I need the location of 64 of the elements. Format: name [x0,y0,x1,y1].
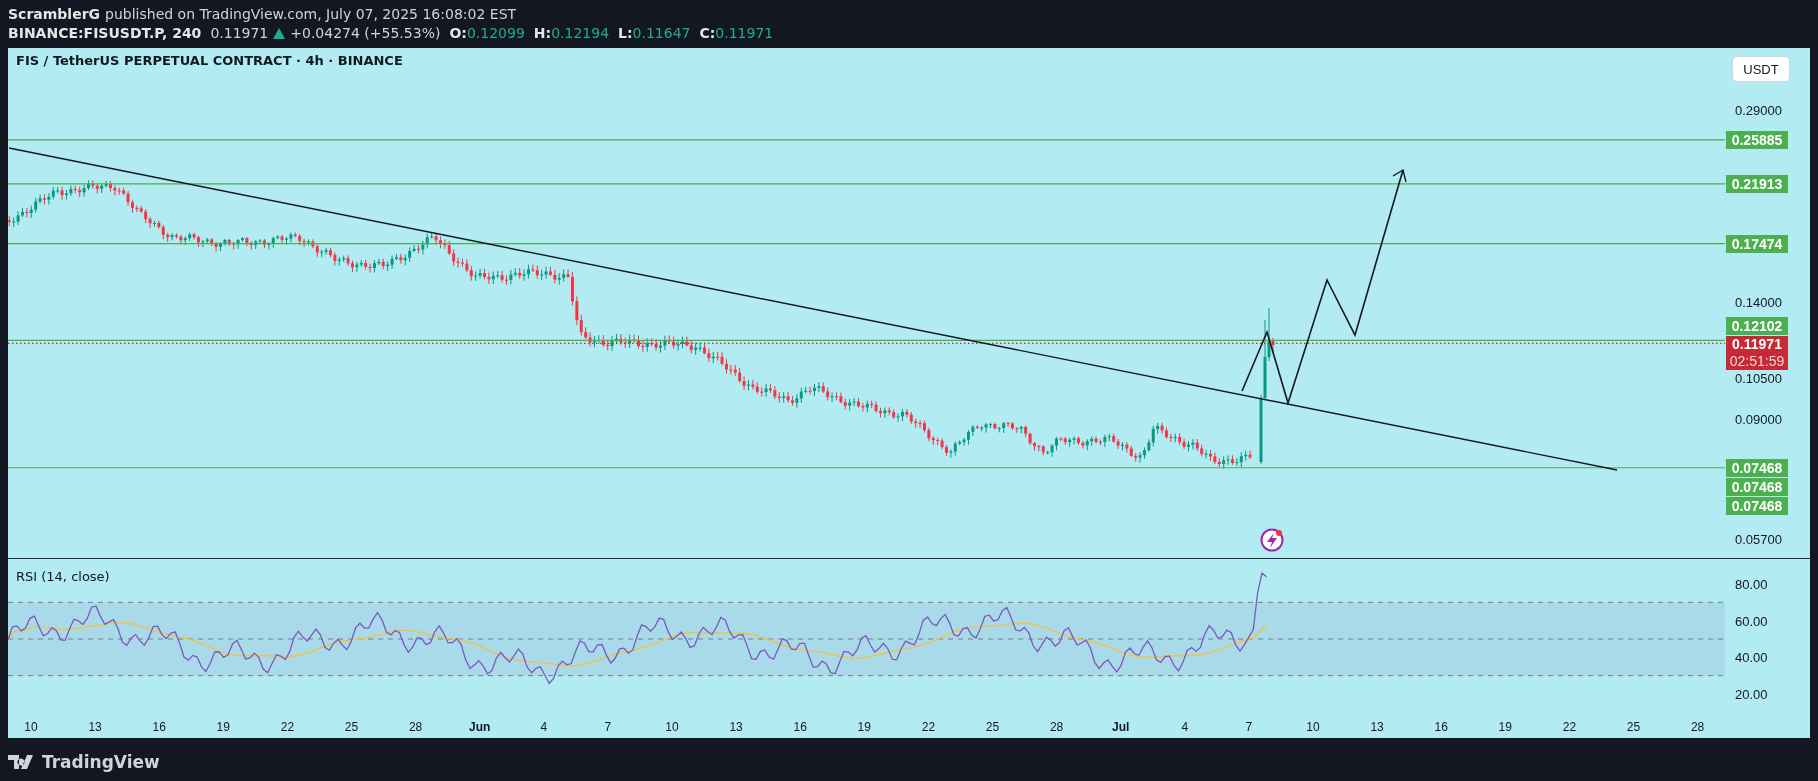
rsi-axis-label: 80.00 [1735,576,1768,592]
currency-button[interactable]: USDT [1732,56,1790,82]
price-level-tag: 0.07468 [1726,496,1788,515]
price-level-tag: 0.07468 [1726,458,1788,477]
rsi-axis-label: 60.00 [1735,613,1768,629]
last-price: 0.11971 [210,24,269,43]
author-name: ScramblerG [8,5,101,24]
countdown-text: 02:51:59 [1728,353,1786,371]
time-axis-label: 16 [1434,720,1448,734]
time-axis-label: 10 [665,720,679,734]
rsi-axis-label: 20.00 [1735,686,1768,702]
price-axis-label: 0.14000 [1735,294,1782,310]
time-axis-label: 19 [216,720,230,734]
time-axis-label: 16 [793,720,807,734]
price-text: 0.11971 [1732,336,1782,353]
ohlc-value: 0.11971 [715,24,774,43]
price-change: +0.04274 (+55.53%) [290,24,441,43]
time-axis-label: 19 [1498,720,1512,734]
time-axis-label: 22 [1562,720,1577,734]
time-axis-label: Jul [1112,720,1130,734]
ohlc-label: C: [699,24,716,43]
time-axis-label: 16 [152,720,166,734]
time-axis-label: 7 [1245,720,1253,734]
rsi-axis-label: 40.00 [1735,649,1768,665]
time-axis-label: 13 [1370,720,1384,734]
time-axis-label: 22 [280,720,295,734]
publish-info: published on TradingView.com, July 07, 2025 16:08:02 EST [105,5,517,24]
time-axis-label: 28 [1690,720,1705,734]
price-axis-label: 0.05700 [1735,531,1782,547]
time-axis-label: 13 [729,720,743,734]
time-axis-label: 10 [24,720,38,734]
time-axis-label: 13 [88,720,102,734]
rsi-label: RSI (14, close) [16,569,110,584]
price-level-tag: 0.25885 [1726,130,1788,149]
ohlc-value: 0.11647 [632,24,691,43]
time-axis-label: 28 [1049,720,1064,734]
ohlc-label: L: [618,24,633,43]
time-axis-label: 22 [921,720,936,734]
time-axis-label: 7 [604,720,612,734]
ohlc-value: 0.12099 [466,24,525,43]
ohlc-label: O: [449,24,467,43]
price-axis-label: 0.29000 [1735,102,1782,118]
price-axis-label: 0.09000 [1735,411,1782,427]
time-axis-label: 25 [1626,720,1641,734]
price-axis-label: 0.10500 [1735,370,1782,386]
time-axis-label: 25 [985,720,1000,734]
price-level-tag: 0.12102 [1726,317,1788,336]
chart-title: FIS / TetherUS PERPETUAL CONTRACT · 4h · BINANCE [16,53,403,68]
brand-name: TradingView [42,752,160,772]
price-level-tag: 0.21913 [1726,174,1788,193]
time-axis-label: Jun [469,720,491,734]
ohlc-label: H: [533,24,552,43]
price-level-tag: 0.17474 [1726,234,1788,253]
lightning-icon [1260,528,1284,552]
ohlc-value: 0.12194 [551,24,610,43]
time-axis-label: 19 [857,720,871,734]
time-axis-label: 4 [540,720,548,734]
symbol-label: BINANCE:FISUSDT.P, 240 [8,24,202,43]
tradingview-logo-icon [8,755,36,769]
time-axis-label: 10 [1306,720,1320,734]
time-axis-label: 28 [408,720,423,734]
price-level-tag: 0.07468 [1726,477,1788,496]
time-axis-label: 25 [344,720,359,734]
time-axis-label: 4 [1181,720,1189,734]
